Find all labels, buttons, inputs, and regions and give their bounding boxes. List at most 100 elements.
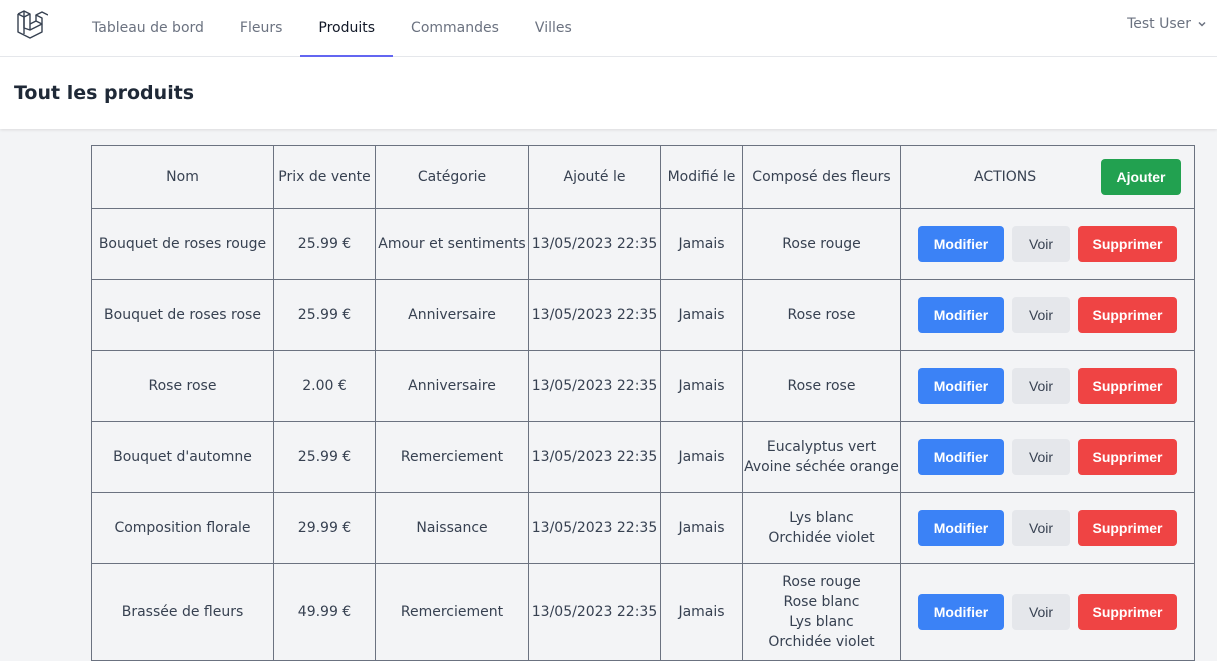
page-header: Tout les produits [0,57,1217,129]
cell-nom: Rose rose [91,350,274,422]
edit-button[interactable]: Modifier [918,368,1004,404]
top-navigation: Tableau de bord Fleurs Produits Commande… [0,0,1217,57]
view-button[interactable]: Voir [1012,368,1070,404]
cell-ajoute: 13/05/2023 22:35 [528,492,661,564]
flower-item: Rose rouge [782,574,861,590]
table-row: Brassée de fleurs 49.99 € Remerciement 13/0… [91,563,1195,661]
cell-categorie: Remerciement [375,563,529,661]
cell-ajoute: 13/05/2023 22:35 [528,350,661,422]
cell-actions: Modifier Voir Supprimer [900,492,1195,564]
user-menu[interactable]: Test User [1127,0,1207,48]
laravel-logo-icon[interactable] [16,7,52,43]
row-actions: Modifier Voir Supprimer [902,594,1193,630]
flower-item: Rose rouge [782,236,861,252]
flower-item: Eucalyptus vert [766,439,877,455]
cell-ajoute: 13/05/2023 22:35 [528,421,661,493]
table-row: Bouquet de roses rouge 25.99 € Amour et se… [91,208,1195,280]
nav-link-commandes[interactable]: Commandes [393,0,517,56]
delete-button[interactable]: Supprimer [1078,368,1177,404]
cell-prix: 2.00 € [273,350,376,422]
flower-item: Orchidée violet [768,634,875,650]
cell-actions: Modifier Voir Supprimer [900,421,1195,493]
cell-ajoute: 13/05/2023 22:35 [528,279,661,351]
table-header-row: Nom Prix de vente Catégorie Ajouté le Mo… [91,145,1195,209]
cell-categorie: Naissance [375,492,529,564]
cell-nom: Bouquet de roses rouge [91,208,274,280]
view-button[interactable]: Voir [1012,439,1070,475]
column-header-nom: Nom [91,145,274,209]
edit-button[interactable]: Modifier [918,510,1004,546]
flower-item: Lys blanc [789,510,854,526]
cell-modifie: Jamais [660,421,743,493]
column-header-fleurs: Composé des fleurs [742,145,901,209]
row-actions: Modifier Voir Supprimer [902,226,1193,262]
table-row: Rose rose 2.00 € Anniversaire 13/05/2023 22… [91,350,1195,422]
flower-item: Orchidée violet [768,530,875,546]
delete-button[interactable]: Supprimer [1078,594,1177,630]
table-row: Composition florale 29.99 € Naissance 13/05… [91,492,1195,564]
cell-actions: Modifier Voir Supprimer [900,208,1195,280]
cell-actions: Modifier Voir Supprimer [900,350,1195,422]
table-row: Bouquet d'automne 25.99 € Remerciement 13/0… [91,421,1195,493]
flower-item: Lys blanc [789,614,854,630]
row-actions: Modifier Voir Supprimer [902,368,1193,404]
delete-button[interactable]: Supprimer [1078,510,1177,546]
flower-item: Rose blanc [783,594,860,610]
user-name: Test User [1127,16,1191,32]
edit-button[interactable]: Modifier [918,594,1004,630]
cell-ajoute: 13/05/2023 22:35 [528,563,661,661]
column-header-ajoute: Ajouté le [528,145,661,209]
page-title: Tout les produits [14,82,195,104]
cell-prix: 49.99 € [273,563,376,661]
delete-button[interactable]: Supprimer [1078,226,1177,262]
cell-modifie: Jamais [660,279,743,351]
nav-link-fleurs[interactable]: Fleurs [222,0,300,56]
cell-prix: 25.99 € [273,208,376,280]
edit-button[interactable]: Modifier [918,226,1004,262]
add-product-button[interactable]: Ajouter [1101,159,1181,195]
cell-fleurs: Eucalyptus vert Avoine séchée orange [742,421,901,493]
cell-fleurs: Rose rose [742,279,901,351]
nav-link-tableau-de-bord[interactable]: Tableau de bord [74,0,222,56]
cell-fleurs: Lys blanc Orchidée violet [742,492,901,564]
chevron-down-icon [1198,21,1206,27]
column-header-modifie: Modifié le [660,145,743,209]
column-header-actions: ACTIONS Ajouter [900,145,1195,209]
cell-fleurs: Rose rouge Rose blanc Lys blanc Orchidée vi… [742,563,901,661]
table-row: Bouquet de roses rose 25.99 € Anniversaire… [91,279,1195,351]
cell-modifie: Jamais [660,492,743,564]
row-actions: Modifier Voir Supprimer [902,297,1193,333]
edit-button[interactable]: Modifier [918,439,1004,475]
cell-nom: Bouquet de roses rose [91,279,274,351]
main-content: Nom Prix de vente Catégorie Ajouté le Mo… [0,129,1217,661]
nav-link-produits[interactable]: Produits [300,0,393,57]
nav-links: Tableau de bord Fleurs Produits Commande… [74,0,590,57]
delete-button[interactable]: Supprimer [1078,439,1177,475]
cell-nom: Brassée de fleurs [91,563,274,661]
products-table: Nom Prix de vente Catégorie Ajouté le Mo… [91,145,1195,661]
flower-item: Avoine séchée orange [744,459,899,475]
row-actions: Modifier Voir Supprimer [902,439,1193,475]
cell-categorie: Anniversaire [375,350,529,422]
view-button[interactable]: Voir [1012,510,1070,546]
actions-label: ACTIONS [974,169,1037,185]
nav-link-villes[interactable]: Villes [517,0,590,56]
view-button[interactable]: Voir [1012,226,1070,262]
cell-modifie: Jamais [660,350,743,422]
cell-categorie: Anniversaire [375,279,529,351]
view-button[interactable]: Voir [1012,594,1070,630]
cell-modifie: Jamais [660,563,743,661]
cell-ajoute: 13/05/2023 22:35 [528,208,661,280]
delete-button[interactable]: Supprimer [1078,297,1177,333]
cell-prix: 25.99 € [273,421,376,493]
column-header-prix: Prix de vente [273,145,376,209]
edit-button[interactable]: Modifier [918,297,1004,333]
flower-item: Rose rose [787,307,856,323]
flower-item: Rose rose [787,378,856,394]
cell-actions: Modifier Voir Supprimer [900,279,1195,351]
cell-modifie: Jamais [660,208,743,280]
view-button[interactable]: Voir [1012,297,1070,333]
cell-actions: Modifier Voir Supprimer [900,563,1195,661]
row-actions: Modifier Voir Supprimer [902,510,1193,546]
cell-categorie: Remerciement [375,421,529,493]
